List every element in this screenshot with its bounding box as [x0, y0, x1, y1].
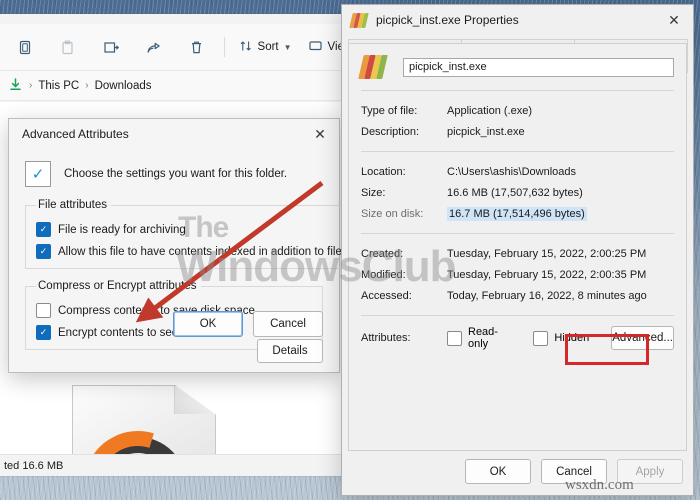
- properties-close-icon[interactable]: ✕: [655, 5, 693, 35]
- paste-glyph: [59, 39, 76, 56]
- checkbox-indexing[interactable]: ✓: [36, 244, 51, 259]
- checkbox-hidden[interactable]: [533, 330, 549, 346]
- row-modified: Modified: Tuesday, February 15, 2022, 2:…: [361, 264, 674, 285]
- checkbox-readonly-label: Read-only: [468, 326, 498, 350]
- details-button[interactable]: Details: [257, 339, 323, 363]
- row-size: Size: 16.6 MB (17,507,632 bytes): [361, 182, 674, 203]
- compress-encrypt-legend: Compress or Encrypt attributes: [38, 280, 197, 292]
- row-size-on-disk: Size on disk: 16.7 MB (17,514,496 bytes): [361, 203, 674, 224]
- advanced-attributes-body: ✓ Choose the settings you want for this …: [9, 161, 408, 363]
- checkbox-archiving-label: File is ready for archiving: [58, 223, 186, 236]
- picpick-title-icon: [349, 12, 369, 28]
- value-modified: Tuesday, February 15, 2022, 2:00:35 PM: [447, 268, 647, 281]
- file-name-input[interactable]: picpick_inst.exe: [403, 57, 674, 77]
- value-size-on-disk: 16.7 MB (17,514,496 bytes): [447, 206, 587, 221]
- checkbox-row-readonly[interactable]: Read-only: [447, 326, 511, 350]
- value-location: C:\Users\ashis\Downloads: [447, 165, 576, 178]
- label-created: Created:: [361, 247, 404, 260]
- breadcrumb-separator-1: ›: [29, 80, 33, 91]
- advanced-cancel-button[interactable]: Cancel: [253, 311, 323, 337]
- row-description: Description: picpick_inst.exe: [361, 121, 674, 142]
- checkbox-hidden-label: Hidden: [554, 332, 590, 344]
- properties-footer: OK Cancel Apply: [465, 459, 683, 484]
- attributes-row: Attributes: Read-only Hidden Advanced...: [361, 325, 674, 351]
- sort-label: Sort: [257, 41, 279, 53]
- delete-icon[interactable]: [178, 31, 215, 63]
- advanced-button[interactable]: Advanced...: [611, 326, 674, 350]
- label-size: Size:: [361, 186, 386, 199]
- checkbox-compress[interactable]: [36, 303, 51, 318]
- screenshot-root: Sort ▼ Vie › This PC › Downloads ted 16.…: [0, 0, 700, 500]
- checkbox-readonly[interactable]: [447, 330, 462, 346]
- divider-1: [361, 90, 674, 91]
- checkbox-encrypt[interactable]: ✓: [36, 325, 51, 340]
- file-attributes-legend: File attributes: [38, 199, 108, 211]
- properties-cancel-button[interactable]: Cancel: [541, 459, 607, 484]
- check-icon: ✓: [25, 161, 51, 187]
- divider-3: [361, 233, 674, 234]
- advanced-attributes-dialog: Advanced Attributes ✕ ✓ Choose the setti…: [8, 118, 408, 373]
- sort-button[interactable]: Sort ▼: [231, 31, 300, 63]
- status-bar: ted 16.6 MB: [0, 454, 352, 476]
- view-icon: [308, 39, 323, 56]
- label-attributes: Attributes:: [361, 332, 411, 344]
- divider-2: [361, 151, 674, 152]
- label-description: Description:: [361, 125, 420, 138]
- value-size: 16.6 MB (17,507,632 bytes): [447, 186, 583, 199]
- breadcrumb-item-this-pc[interactable]: This PC: [38, 80, 79, 92]
- picpick-file-icon: [358, 54, 389, 80]
- checkbox-row-hidden[interactable]: Hidden: [533, 330, 590, 346]
- copy-icon[interactable]: [6, 31, 43, 63]
- sort-icon: [239, 39, 253, 56]
- explorer-toolbar: Sort ▼ Vie: [0, 24, 352, 71]
- rename-icon[interactable]: [92, 31, 129, 63]
- share-glyph: [145, 39, 163, 56]
- breadcrumb: › This PC › Downloads: [0, 71, 352, 101]
- value-type-of-file: Application (.exe): [447, 104, 532, 117]
- label-accessed: Accessed:: [361, 289, 412, 302]
- row-created: Created: Tuesday, February 15, 2022, 2:0…: [361, 243, 674, 264]
- row-type-of-file: Type of file: Application (.exe): [361, 100, 674, 121]
- label-type-of-file: Type of file:: [361, 104, 418, 117]
- status-text: ted 16.6 MB: [4, 459, 64, 472]
- properties-title: picpick_inst.exe Properties: [376, 13, 519, 27]
- properties-ok-button[interactable]: OK: [465, 459, 531, 484]
- advanced-attributes-footer: OK Cancel: [173, 311, 323, 337]
- label-location: Location:: [361, 165, 406, 178]
- value-created: Tuesday, February 15, 2022, 2:00:25 PM: [447, 247, 647, 260]
- label-size-on-disk: Size on disk:: [361, 207, 424, 220]
- advanced-attributes-titlebar: Advanced Attributes: [9, 119, 339, 149]
- chevron-down-icon: ▼: [283, 42, 292, 52]
- row-accessed: Accessed: Today, February 16, 2022, 8 mi…: [361, 285, 674, 306]
- file-properties-dialog: picpick_inst.exe Properties ✕ Security D…: [341, 4, 694, 496]
- checkbox-archiving[interactable]: ✓: [36, 222, 51, 237]
- advanced-attributes-title: Advanced Attributes: [22, 127, 129, 141]
- breadcrumb-separator-2: ›: [85, 80, 89, 91]
- general-tab-panel: picpick_inst.exe Type of file: Applicati…: [348, 43, 687, 451]
- close-icon[interactable]: ✕: [301, 119, 339, 149]
- toolbar-divider: [223, 37, 225, 57]
- trash-glyph: [188, 39, 205, 56]
- divider-4: [361, 315, 674, 316]
- row-location: Location: C:\Users\ashis\Downloads: [361, 161, 674, 182]
- advanced-attributes-header: ✓ Choose the settings you want for this …: [25, 161, 323, 187]
- label-modified: Modified:: [361, 268, 406, 281]
- download-icon: [8, 77, 23, 95]
- rename-glyph: [102, 39, 120, 56]
- share-icon[interactable]: [135, 31, 172, 63]
- value-accessed: Today, February 16, 2022, 8 minutes ago: [447, 289, 647, 302]
- breadcrumb-item-downloads[interactable]: Downloads: [95, 80, 152, 92]
- value-description: picpick_inst.exe: [447, 125, 525, 138]
- paste-icon[interactable]: [49, 31, 86, 63]
- properties-titlebar: picpick_inst.exe Properties: [342, 5, 693, 35]
- copy-glyph: [16, 39, 33, 56]
- advanced-ok-button[interactable]: OK: [173, 311, 243, 337]
- file-name-row: picpick_inst.exe: [358, 54, 674, 80]
- properties-apply-button[interactable]: Apply: [617, 459, 683, 484]
- advanced-attributes-header-label: Choose the settings you want for this fo…: [64, 168, 288, 180]
